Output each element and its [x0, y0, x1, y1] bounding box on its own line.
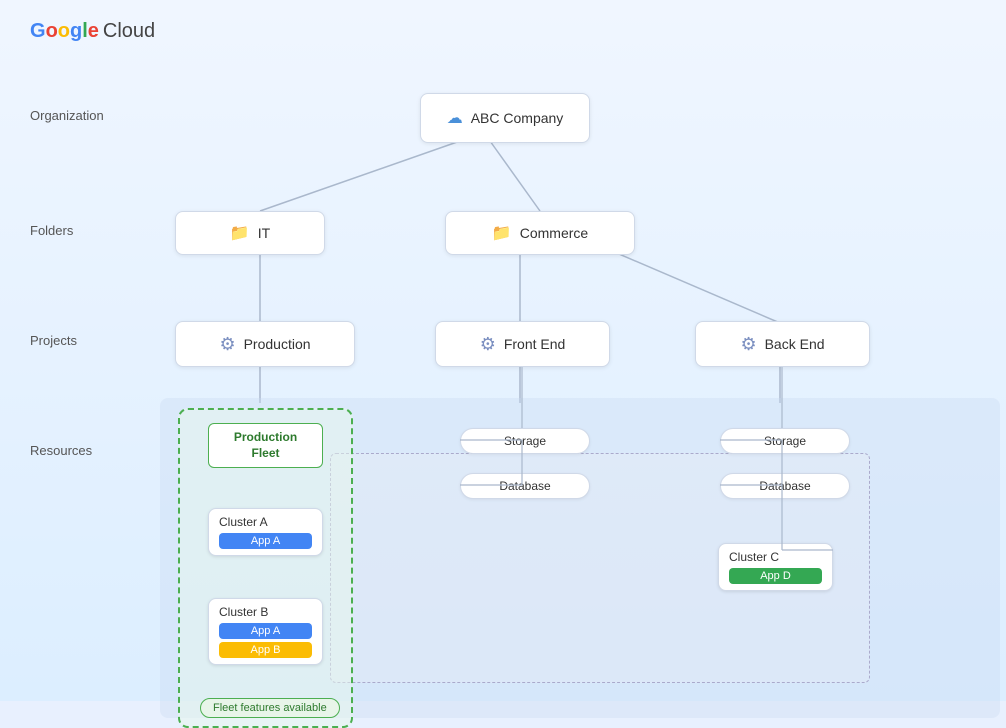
- project-frontend-icon: ⚙: [480, 334, 496, 355]
- project-backend-node: ⚙ Back End: [695, 321, 870, 367]
- fleet-features-badge: Fleet features available: [200, 698, 340, 718]
- page: Google Cloud Organization Folders Proj: [0, 0, 1006, 701]
- folder-commerce-icon: 📁: [492, 223, 512, 243]
- cluster-c-box: Cluster C App D: [718, 543, 833, 591]
- project-production-icon: ⚙: [219, 334, 235, 355]
- org-node: ☁ ABC Company: [420, 93, 590, 143]
- diagram: Organization Folders Projects Resources …: [30, 53, 976, 664]
- backend-database-node: Database: [720, 473, 850, 499]
- frontend-storage-node: Storage: [460, 428, 590, 454]
- cluster-b-app-a-badge: App A: [219, 623, 312, 639]
- cluster-a-title: Cluster A: [219, 515, 312, 529]
- app-d-badge: App D: [729, 568, 822, 584]
- app-a-badge: App A: [219, 533, 312, 549]
- backend-storage-node: Storage: [720, 428, 850, 454]
- cluster-c-title: Cluster C: [729, 550, 822, 564]
- google-wordmark: Google: [30, 20, 99, 43]
- cluster-b-title: Cluster B: [219, 605, 312, 619]
- folder-it-node: 📁 IT: [175, 211, 325, 255]
- label-folders: Folders: [30, 223, 73, 238]
- cluster-a-box: Cluster A App A: [208, 508, 323, 556]
- label-resources: Resources: [30, 443, 92, 458]
- cluster-b-box: Cluster B App A App B: [208, 598, 323, 665]
- label-organization: Organization: [30, 108, 104, 123]
- folder-it-icon: 📁: [230, 223, 250, 243]
- cloud-wordmark: Cloud: [103, 20, 155, 43]
- folder-commerce-node: 📁 Commerce: [445, 211, 635, 255]
- google-cloud-logo: Google Cloud: [30, 20, 976, 43]
- project-production-node: ⚙ Production: [175, 321, 355, 367]
- app-b-badge: App B: [219, 642, 312, 658]
- label-projects: Projects: [30, 333, 77, 348]
- frontend-database-node: Database: [460, 473, 590, 499]
- project-frontend-node: ⚙ Front End: [435, 321, 610, 367]
- org-icon: ☁: [447, 108, 463, 128]
- production-fleet-label: ProductionFleet: [208, 423, 323, 468]
- project-backend-icon: ⚙: [740, 334, 756, 355]
